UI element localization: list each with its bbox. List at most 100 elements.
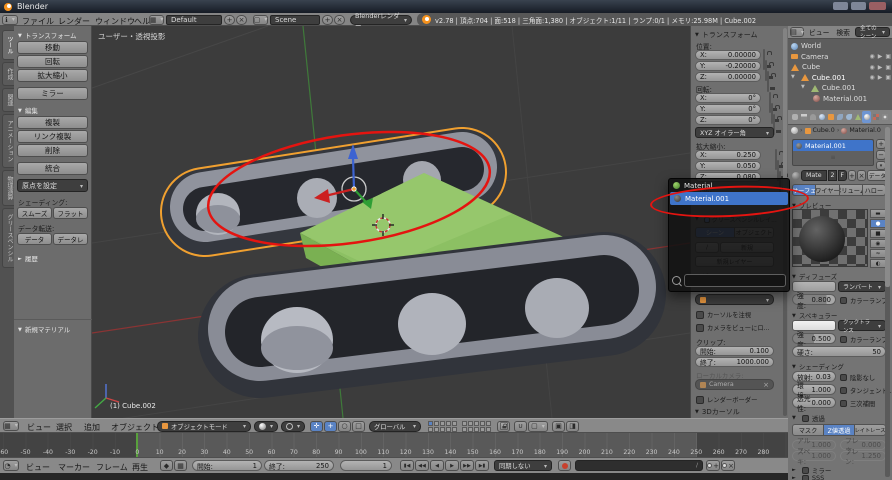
shadeless-checkbox[interactable] (840, 374, 847, 381)
rotation-y-field[interactable]: Y: 0° (695, 104, 761, 114)
tab-object-data[interactable] (853, 111, 862, 123)
visibility-eye-icon[interactable]: ◉ (869, 74, 874, 81)
material-name-field[interactable]: Mate (801, 170, 828, 181)
unlink-material-button[interactable]: × (857, 170, 866, 181)
use-preview-range-button[interactable]: ◆ (160, 460, 173, 471)
close-button[interactable] (869, 2, 886, 10)
record-button[interactable] (558, 460, 571, 471)
shading-mode-select[interactable] (254, 420, 278, 432)
delete-layout-button[interactable]: × (236, 14, 247, 25)
outliner-row-cube[interactable]: Cube ◉ ▶ ▣ (791, 62, 891, 73)
render-border-checkbox[interactable] (696, 395, 704, 404)
editor-type-button[interactable]: ℹ (2, 14, 18, 25)
tab-world[interactable] (817, 111, 826, 123)
outliner-row-world[interactable]: World (791, 41, 891, 52)
type-wire-tab[interactable]: ワイヤー (816, 184, 840, 196)
breadcrumb-object[interactable]: Cube.0 (813, 127, 835, 134)
expand-icon[interactable] (801, 85, 808, 91)
panel-header-specular[interactable]: スペキュラー (792, 310, 838, 320)
browse-material-icon[interactable] (792, 171, 800, 180)
tab-texture[interactable] (871, 111, 880, 123)
screen-layout-field[interactable]: Default (166, 14, 222, 25)
jump-to-start-button[interactable]: ▮◀ (400, 460, 414, 471)
jump-next-keyframe-button[interactable]: ▶▶ (460, 460, 474, 471)
lock-to-cursor-checkbox[interactable] (696, 310, 704, 319)
minimize-button[interactable] (833, 2, 848, 10)
specular-shader-select[interactable]: クックトランス (838, 320, 886, 334)
hardness-slider[interactable]: 硬さ: 50 (792, 346, 886, 357)
properties-scrollbar[interactable] (885, 127, 890, 477)
render-opengl-anim-button[interactable]: ◨ (566, 420, 579, 432)
mode-select[interactable]: オブジェクトモード (157, 420, 251, 432)
transparency-checkbox[interactable] (801, 414, 809, 422)
panel-header-diffuse[interactable]: ディフューズ (792, 271, 837, 281)
timeline-canvas[interactable]: -60 -50 -40 -30 -20 -10 0 10 20 30 40 50 60 70 80 90 100… (0, 433, 788, 457)
delete-button[interactable]: 削除 (17, 144, 88, 157)
preview-hair-button[interactable]: ≈ (870, 249, 886, 258)
keying-folder-button[interactable]: ▦ (174, 460, 187, 471)
linked-duplicate-button[interactable]: リンク複製 (17, 130, 88, 143)
eyedropper-icon[interactable]: ∕ (696, 462, 698, 469)
lock-camera-row[interactable]: カメラをビューにロ... (696, 323, 770, 332)
selectability-icon[interactable]: ▶ (878, 74, 883, 81)
timeline-menu-view[interactable]: ビュー (24, 462, 52, 473)
play-reverse-button[interactable]: ◀ (430, 460, 444, 471)
expand-icon[interactable] (791, 75, 798, 81)
add-scene-button[interactable]: + (322, 14, 333, 25)
panel-header-3d-cursor[interactable]: 3Dカーソル (695, 407, 740, 417)
tab-material[interactable] (862, 111, 871, 123)
scale-button[interactable]: 拡大縮小 (17, 69, 88, 82)
screen-layout-browse-button[interactable]: ▦ (149, 14, 164, 25)
manipulator-toggle-button[interactable]: ✛ (310, 420, 323, 432)
sss-checkbox[interactable] (801, 474, 809, 480)
object-menu[interactable]: オブジェクト (109, 422, 161, 433)
material-popup-item-selected[interactable]: Material.001 (670, 192, 788, 205)
cubic-row[interactable]: 三次補間 (840, 399, 875, 408)
data-transfer-button[interactable]: データ (17, 233, 52, 245)
toolshelf-tab[interactable]: 関連 (2, 88, 14, 112)
menu-file[interactable]: ファイル (20, 16, 56, 27)
rotate-manipulator-button[interactable]: ○ (338, 420, 351, 432)
specular-alpha-field[interactable]: スペキ: 1.000 (792, 448, 836, 466)
location-z-field[interactable]: Z: 0.00000 (695, 72, 761, 82)
outliner-row-camera[interactable]: Camera ◉ ▶ ▣ (791, 52, 891, 63)
preview-monkey-button[interactable]: ◉ (870, 239, 886, 248)
add-menu[interactable]: 追加 (82, 422, 102, 433)
translate-manipulator-button[interactable]: + (324, 420, 337, 432)
keying-set-field[interactable]: ∕ (575, 460, 703, 471)
lock-location-z[interactable] (767, 71, 769, 92)
orientation-select[interactable]: グローバル (369, 420, 421, 432)
breadcrumb-material[interactable]: Material.0 (849, 127, 881, 134)
browse-id-icon[interactable] (791, 127, 798, 134)
delete-scene-button[interactable]: × (334, 14, 345, 25)
location-y-field[interactable]: Y: -0.20000 (695, 61, 761, 71)
panel-header-edit[interactable]: 編集 (18, 105, 38, 115)
tab-constraints[interactable] (835, 111, 844, 123)
viewport-3d[interactable]: ユーザー・透視投影 (1) Cube.002 (92, 26, 690, 418)
play-button[interactable]: ▶ (445, 460, 459, 471)
local-camera-field[interactable]: Camera × (695, 379, 774, 390)
timeline-menu-frame[interactable]: フレーム (94, 462, 130, 473)
cubic-checkbox[interactable] (840, 400, 847, 407)
material-popup-item[interactable]: Material (669, 179, 789, 192)
toolshelf-tab[interactable]: アニメーション (2, 114, 14, 168)
timeline-menu-playback[interactable]: 再生 (130, 462, 150, 473)
type-volume-tab[interactable]: ボリューム (839, 184, 863, 196)
type-surface-tab[interactable]: サーフェ (792, 184, 817, 196)
renderability-icon[interactable]: ▣ (885, 74, 891, 81)
new-material-button[interactable]: + (847, 170, 857, 181)
diffuse-ramp-row[interactable]: カラーランプ (840, 296, 888, 305)
data-layout-transfer-button[interactable]: データレ (53, 233, 88, 245)
tab-particles[interactable] (880, 111, 889, 123)
tab-object[interactable] (826, 111, 835, 123)
scene-browse-button[interactable]: ▢ (253, 14, 268, 25)
tangent-checkbox[interactable] (840, 387, 847, 394)
add-layout-button[interactable]: + (224, 14, 235, 25)
mirror-checkbox[interactable] (801, 466, 809, 474)
lock-camera-checkbox[interactable] (696, 323, 704, 332)
panel-header-transparency[interactable]: 透過 (792, 413, 825, 423)
menu-window[interactable]: ウィンドウ (93, 16, 137, 27)
blend-field[interactable]: ブレン: 1.250 (840, 448, 886, 466)
move-button[interactable]: 移動 (17, 41, 88, 54)
outliner-row-material001[interactable]: Material.001 (791, 94, 891, 105)
